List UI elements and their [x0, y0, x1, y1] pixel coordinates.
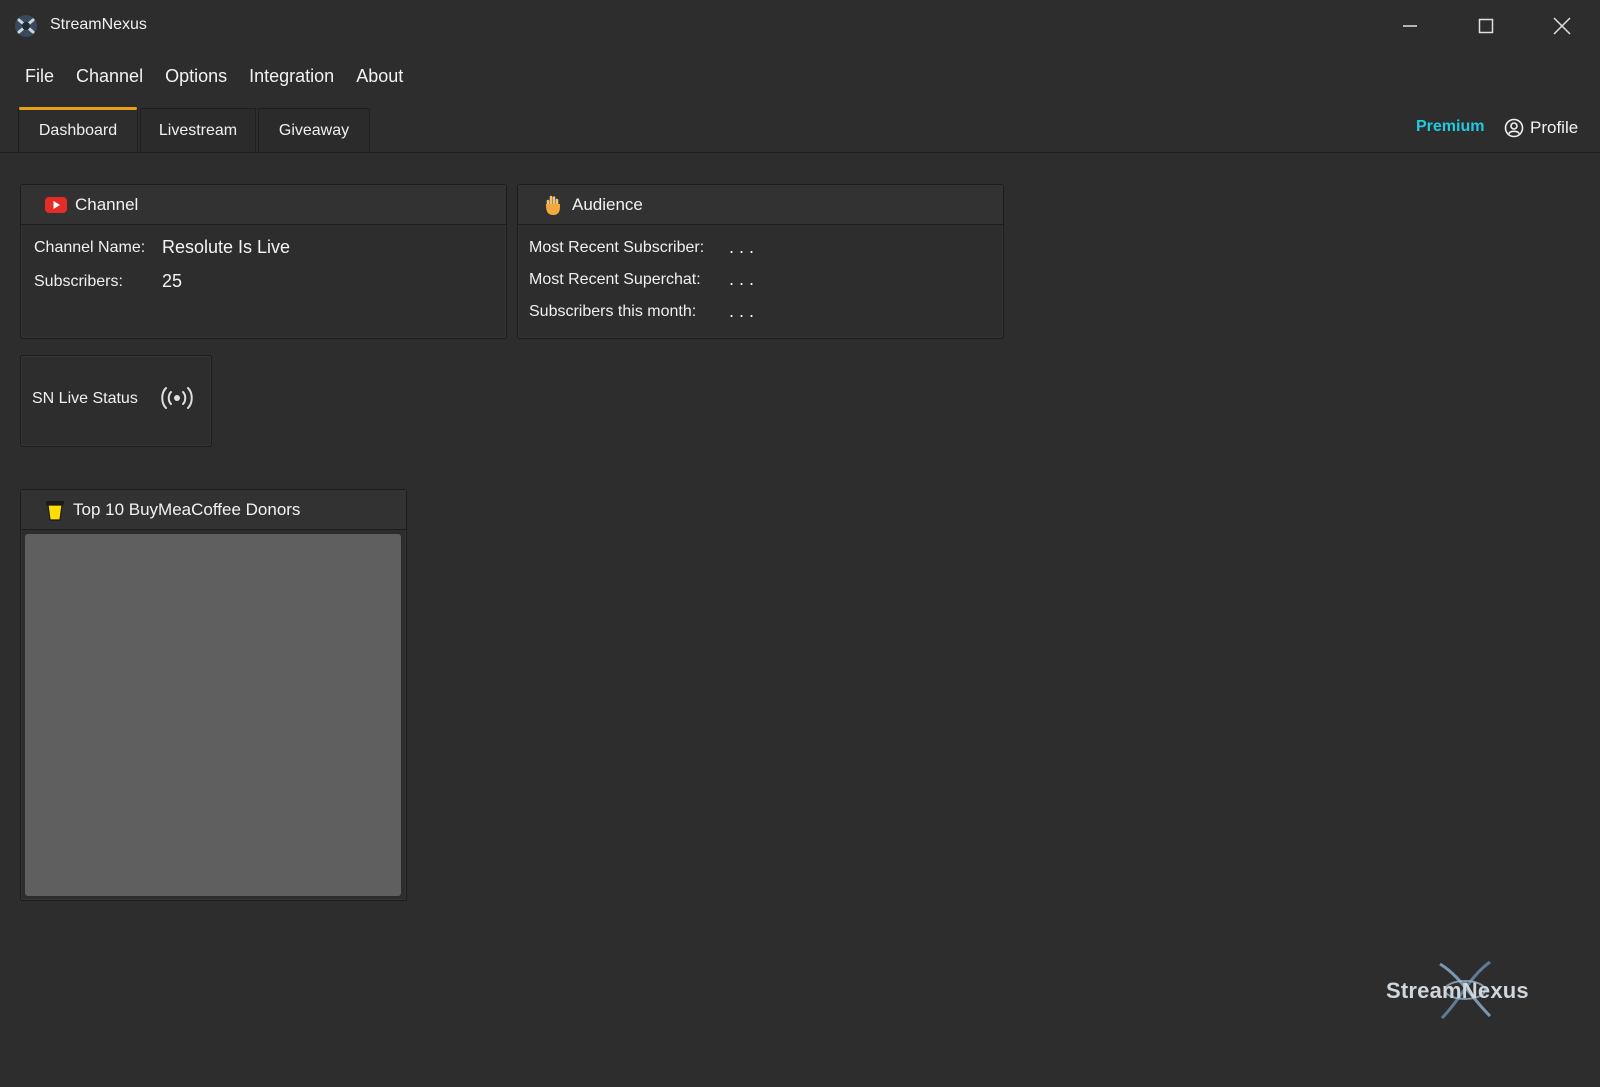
- menu-options[interactable]: Options: [154, 60, 238, 92]
- maximize-button[interactable]: [1448, 0, 1524, 52]
- raised-hand-icon: [546, 195, 560, 215]
- maximize-icon: [1478, 18, 1494, 34]
- subscribers-label: Subscribers:: [34, 272, 123, 290]
- recent-subscriber-row: Most Recent Subscriber: . . .: [529, 237, 754, 258]
- menu-file[interactable]: File: [14, 60, 65, 92]
- donors-panel: Top 10 BuyMeaCoffee Donors: [20, 489, 407, 901]
- channel-name-value: Resolute Is Live: [162, 237, 291, 257]
- tab-strip: Dashboard Livestream Giveaway: [0, 106, 1600, 153]
- recent-subscriber-label: Most Recent Subscriber:: [529, 238, 705, 256]
- minimize-button[interactable]: [1372, 0, 1448, 52]
- streamnexus-logo-icon: [15, 15, 37, 37]
- audience-panel: Audience Most Recent Subscriber: . . . M…: [517, 184, 1004, 339]
- streamnexus-brand-logo: StreamNexus: [1386, 956, 1546, 1024]
- tab-dashboard-label: Dashboard: [38, 121, 118, 139]
- audience-panel-title: Audience: [572, 194, 643, 214]
- profile-button[interactable]: Profile: [1504, 116, 1578, 140]
- user-circle-icon: [1504, 118, 1524, 138]
- tab-livestream-label: Livestream: [158, 121, 238, 139]
- subscribers-value: 25: [162, 271, 183, 291]
- brand-logo-text: StreamNexus: [1386, 978, 1529, 1003]
- donors-panel-header: Top 10 BuyMeaCoffee Donors: [21, 490, 406, 530]
- tab-giveaway[interactable]: Giveaway: [258, 108, 370, 152]
- subscribers-month-row: Subscribers this month: . . .: [529, 301, 754, 322]
- minimize-icon: [1403, 25, 1417, 27]
- broadcast-icon[interactable]: [159, 384, 195, 412]
- tab-livestream[interactable]: Livestream: [140, 108, 256, 152]
- menu-channel[interactable]: Channel: [65, 60, 154, 92]
- premium-link[interactable]: Premium: [1416, 118, 1484, 136]
- coffee-cup-icon: [46, 500, 64, 521]
- audience-panel-header: Audience: [518, 185, 1003, 225]
- window-title: StreamNexus: [50, 16, 147, 33]
- subscribers-month-label: Subscribers this month:: [529, 302, 697, 320]
- channel-name-row: Channel Name: Resolute Is Live: [34, 237, 290, 258]
- title-bar[interactable]: StreamNexus: [0, 0, 1600, 52]
- recent-subscriber-value: . . .: [729, 237, 755, 257]
- youtube-icon: [45, 196, 67, 213]
- channel-panel-header: Channel: [21, 185, 506, 225]
- subscribers-row: Subscribers: 25: [34, 271, 182, 292]
- subscribers-month-value: . . .: [729, 301, 755, 321]
- tab-giveaway-label: Giveaway: [278, 121, 350, 139]
- close-icon: [1553, 17, 1571, 35]
- channel-panel: Channel Channel Name: Resolute Is Live S…: [20, 184, 507, 339]
- close-button[interactable]: [1524, 0, 1600, 52]
- donors-list[interactable]: [25, 534, 401, 896]
- recent-superchat-label: Most Recent Superchat:: [529, 270, 701, 288]
- recent-superchat-value: . . .: [729, 269, 755, 289]
- channel-name-label: Channel Name:: [34, 238, 146, 256]
- donors-panel-title: Top 10 BuyMeaCoffee Donors: [73, 499, 301, 519]
- live-status-label: SN Live Status: [32, 390, 138, 407]
- profile-label: Profile: [1530, 118, 1579, 137]
- menu-bar: File Channel Options Integration About: [14, 60, 414, 92]
- channel-panel-title: Channel: [75, 194, 139, 214]
- menu-about[interactable]: About: [345, 60, 414, 92]
- tab-dashboard[interactable]: Dashboard: [18, 107, 138, 152]
- menu-integration[interactable]: Integration: [238, 60, 345, 92]
- app-window: StreamNexus File Channel Options Integra…: [0, 0, 1600, 1087]
- live-status-panel: SN Live Status: [20, 355, 212, 447]
- recent-superchat-row: Most Recent Superchat: . . .: [529, 269, 754, 290]
